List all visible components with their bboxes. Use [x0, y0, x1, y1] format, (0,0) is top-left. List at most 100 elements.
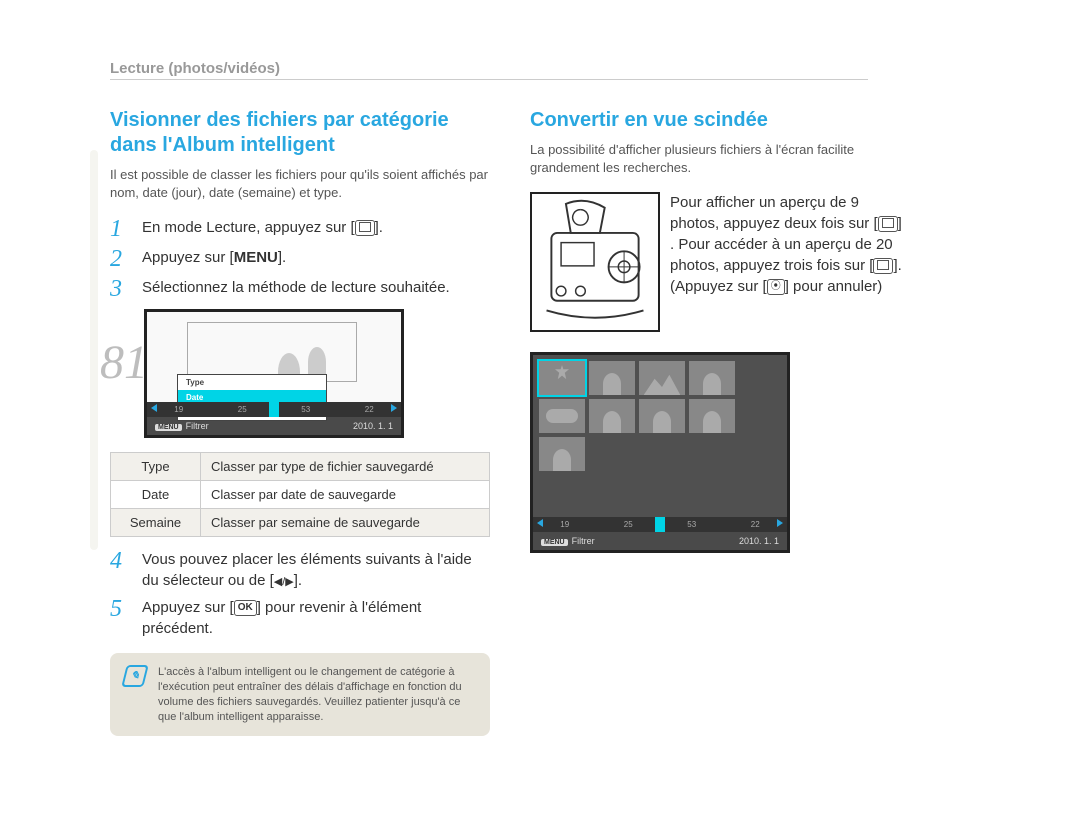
screen-icon [878, 216, 898, 232]
ok-button-icon: OK [234, 600, 257, 616]
filter-label: Filtrer [186, 421, 209, 431]
ruler-tick: 19 [560, 520, 569, 529]
steps-list: 1 En mode Lecture, appuyez sur []. 2 App… [110, 217, 490, 301]
table-cell-key: Type [111, 453, 201, 481]
triangle-left-icon [151, 404, 157, 412]
left-right-arrows-icon [274, 572, 294, 589]
step-5: 5 Appuyez sur [OK] pour revenir à l'élém… [110, 597, 490, 639]
popup-row-type: Type [178, 375, 326, 390]
step-4: 4 Vous pouvez placer les éléments suivan… [110, 549, 490, 591]
thumbnail [689, 361, 735, 395]
lcd-date: 2010. 1. 1 [353, 421, 393, 431]
filter-label: Filtrer [572, 536, 595, 546]
lcd-photo-frame [187, 322, 357, 382]
manual-page: Lecture (photos/vidéos) 81 Visionner des… [110, 60, 980, 736]
table-row: Semaine Classer par semaine de sauvegard… [111, 509, 490, 537]
lcd-menu: MENU Filtrer [541, 536, 595, 546]
step-number: 4 [110, 549, 128, 591]
thumbnail-grid [533, 355, 787, 477]
ruler-tick: 19 [174, 405, 183, 414]
lcd-ruler: 19 25 53 22 [147, 402, 401, 417]
screen-icon [355, 220, 375, 236]
step-3: 3 Sélectionnez la méthode de lecture sou… [110, 277, 490, 301]
lcd-preview-smart-album: Type Date Semaine 19 25 53 22 MENU Filtre… [144, 309, 404, 438]
ruler-tick: 53 [301, 405, 310, 414]
lcd-empty-area [533, 477, 787, 517]
intro-text: Il est possible de classer les fichiers … [110, 166, 490, 201]
menu-label: MENU [234, 249, 278, 266]
ruler-tick: 22 [365, 405, 374, 414]
section-heading-smart-album: Visionner des fichiers par catégorie dan… [110, 108, 490, 158]
lcd-ruler: 19 25 53 22 [533, 517, 787, 532]
silhouette-icon [603, 373, 621, 395]
ruler-tick: 25 [238, 405, 247, 414]
right-column: Convertir en vue scindée La possibilité … [530, 108, 910, 736]
thumbnail-selected [539, 361, 585, 395]
table-cell-key: Date [111, 481, 201, 509]
step-1: 1 En mode Lecture, appuyez sur []. [110, 217, 490, 241]
text-part: . Pour accéder à un aperçu de 20 photos,… [670, 236, 893, 274]
thumbnail [539, 437, 585, 471]
table-cell-key: Semaine [111, 509, 201, 537]
text-part: Pour afficher un aperçu de 9 photos, app… [670, 194, 873, 232]
thumbnail [589, 361, 635, 395]
note-text: L'accès à l'album intelligent ou le chan… [158, 665, 476, 724]
thumbnail [539, 399, 585, 433]
step-text-part: Vous pouvez placer les éléments suivants… [142, 551, 472, 589]
record-dot-icon [767, 279, 785, 295]
silhouette-icon [703, 411, 721, 433]
note-box: ✎ L'accès à l'album intelligent ou le ch… [110, 653, 490, 736]
step-number: 2 [110, 247, 128, 271]
camera-back-illustration [530, 192, 660, 332]
ruler-tick: 53 [687, 520, 696, 529]
step-text: Appuyez sur [MENU]. [142, 247, 286, 271]
lcd-menu: MENU Filtrer [155, 421, 209, 431]
ruler-marker [269, 402, 279, 417]
lcd-statusbar: MENU Filtrer 2010. 1. 1 [533, 532, 787, 550]
side-tab [90, 150, 98, 550]
section-heading-split-view: Convertir en vue scindée [530, 108, 910, 133]
triangle-right-icon [391, 404, 397, 412]
triangle-right-icon [777, 519, 783, 527]
thumbnail [589, 399, 635, 433]
lcd-date: 2010. 1. 1 [739, 536, 779, 546]
menu-button-icon: MENU [155, 424, 182, 431]
silhouette-icon [308, 347, 326, 377]
silhouette-icon [653, 411, 671, 433]
step-2: 2 Appuyez sur [MENU]. [110, 247, 490, 271]
thumbnail [639, 361, 685, 395]
table-row: Type Classer par type de fichier sauvega… [111, 453, 490, 481]
triangle-left-icon [537, 519, 543, 527]
text-part: (Appuyez sur [670, 278, 763, 295]
steps-list-cont: 4 Vous pouvez placer les éléments suivan… [110, 549, 490, 639]
left-column: Visionner des fichiers par catégorie dan… [110, 108, 490, 736]
menu-button-icon: MENU [541, 539, 568, 546]
screen-icon [873, 258, 893, 274]
silhouette-icon [703, 373, 721, 395]
silhouette-icon [603, 411, 621, 433]
thumbnail [639, 399, 685, 433]
sort-options-table: Type Classer par type de fichier sauvega… [110, 452, 490, 537]
lcd-preview-thumbnails: 19 25 53 22 MENU Filtrer 2010. 1. 1 [530, 352, 790, 553]
silhouette-icon [553, 449, 571, 471]
step-text: Sélectionnez la méthode de lecture souha… [142, 277, 450, 301]
step-text-part: Appuyez sur [142, 249, 230, 266]
camera-illustration-row: Pour afficher un aperçu de 9 photos, app… [530, 192, 910, 332]
step-text: En mode Lecture, appuyez sur []. [142, 217, 383, 241]
ruler-tick: 25 [624, 520, 633, 529]
thumbnail [689, 399, 735, 433]
intro-text: La possibilité d'afficher plusieurs fich… [530, 141, 910, 176]
split-view-instructions: Pour afficher un aperçu de 9 photos, app… [670, 192, 910, 332]
table-cell-value: Classer par type de fichier sauvegardé [201, 453, 490, 481]
step-number: 1 [110, 217, 128, 241]
step-number: 3 [110, 277, 128, 301]
breadcrumb: Lecture (photos/vidéos) [110, 60, 868, 80]
table-row: Date Classer par date de sauvegarde [111, 481, 490, 509]
step-text: Vous pouvez placer les éléments suivants… [142, 549, 490, 591]
ruler-marker [655, 517, 665, 532]
table-cell-value: Classer par semaine de sauvegarde [201, 509, 490, 537]
step-text-part: En mode Lecture, appuyez sur [142, 219, 350, 236]
lcd-canvas: Type Date Semaine [147, 312, 401, 402]
step-text: Appuyez sur [OK] pour revenir à l'élémen… [142, 597, 490, 639]
text-part: pour annuler) [789, 278, 882, 295]
